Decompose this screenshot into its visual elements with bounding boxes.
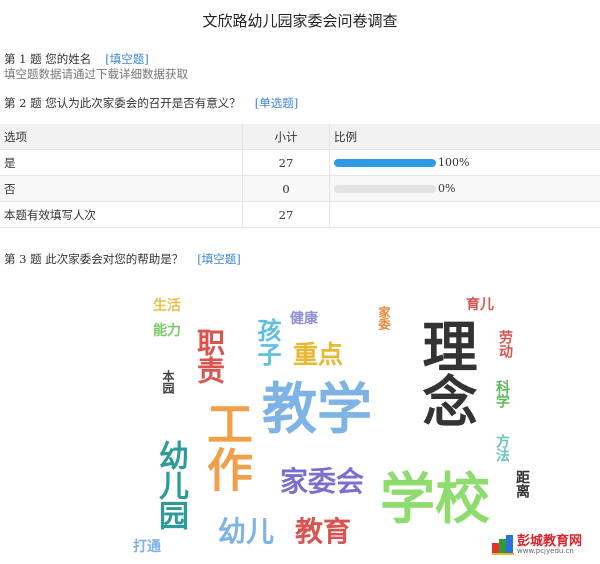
cloud-word: 打通: [133, 539, 161, 555]
option-ratio: 100%: [329, 149, 600, 176]
question-2-stats-table: 选项 小计 比例 是 27 100% 否 0 0% 本题有效填写人次 27: [0, 124, 600, 228]
option-count: 27: [242, 149, 330, 176]
question-1-type-link[interactable]: [填空题]: [105, 52, 148, 66]
ratio-bar-fill: [334, 158, 436, 167]
header-option: 选项: [0, 124, 243, 150]
option-ratio: 0%: [329, 175, 600, 202]
cloud-word: 职责: [193, 328, 226, 384]
table-header-row: 选项 小计 比例: [0, 124, 600, 150]
cloud-word: 孩子: [253, 318, 281, 366]
page-title: 文欣路幼儿园家委会问卷调查: [202, 12, 398, 30]
logo-url: www.pcjyedu.cn: [517, 547, 574, 555]
cloud-word: 育儿: [466, 297, 494, 313]
ratio-bar: [334, 184, 436, 193]
question-1: 第 1 题 您的姓名 [填空题]: [4, 51, 149, 67]
table-row: 是 27 100%: [0, 149, 600, 176]
cloud-word: 理念: [413, 318, 477, 428]
cloud-word: 幼儿: [218, 515, 275, 548]
question-2-label: 第 2 题 您认为此次家委会的召开是否有意义？: [4, 96, 241, 110]
ratio-percent: 0%: [438, 182, 456, 195]
cloud-word: 能力: [153, 323, 181, 339]
question-1-label: 第 1 题 您的姓名: [4, 52, 92, 66]
cloud-word: 学校: [380, 467, 491, 531]
book-stack-icon: [492, 535, 514, 555]
cloud-word: 本园: [161, 370, 175, 394]
cloud-word: 方法: [494, 434, 510, 462]
cloud-word: 劳动: [497, 330, 513, 358]
question-1-hint: 填空题数据请通过下载详细数据获取: [4, 67, 188, 81]
option-count: 0: [242, 175, 330, 202]
option-label: 否: [0, 175, 243, 202]
cloud-word: 科学: [494, 380, 510, 408]
header-count: 小计: [242, 124, 330, 150]
header-ratio: 比例: [329, 124, 600, 150]
cloud-word: 教育: [295, 515, 352, 548]
question-2: 第 2 题 您认为此次家委会的召开是否有意义？ [单选题]: [4, 95, 298, 111]
question-3: 第 3 题 此次家委会对您的帮助是？ [填空题]: [4, 251, 241, 267]
question-3-label: 第 3 题 此次家委会对您的帮助是？: [4, 252, 184, 266]
word-cloud: 生活 能力 健康 家委 育儿 孩子 职责 重点 劳动 本园 理念 教学 工作 科…: [130, 290, 600, 564]
question-3-type-link[interactable]: [填空题]: [197, 252, 240, 266]
cloud-word: 距离: [514, 470, 530, 498]
ratio-percent: 100%: [438, 156, 470, 169]
total-label: 本题有效填写人次: [0, 201, 243, 228]
cloud-word: 重点: [293, 340, 344, 369]
option-label: 是: [0, 149, 243, 176]
cloud-word: 家委: [377, 306, 391, 330]
table-total-row: 本题有效填写人次 27: [0, 201, 600, 228]
question-2-type-link[interactable]: [单选题]: [255, 96, 298, 110]
cloud-word: 生活: [153, 298, 181, 314]
site-logo: 彭城教育网 www.pcjyedu.cn: [490, 528, 598, 558]
cloud-word: 幼儿园: [153, 440, 188, 530]
cloud-word: 教学: [262, 377, 373, 441]
total-count: 27: [242, 201, 330, 228]
ratio-bar: [334, 158, 436, 167]
cloud-word: 家委会: [280, 465, 365, 498]
cloud-word: 工作: [200, 400, 254, 492]
table-row: 否 0 0%: [0, 175, 600, 202]
cloud-word: 健康: [290, 311, 318, 327]
